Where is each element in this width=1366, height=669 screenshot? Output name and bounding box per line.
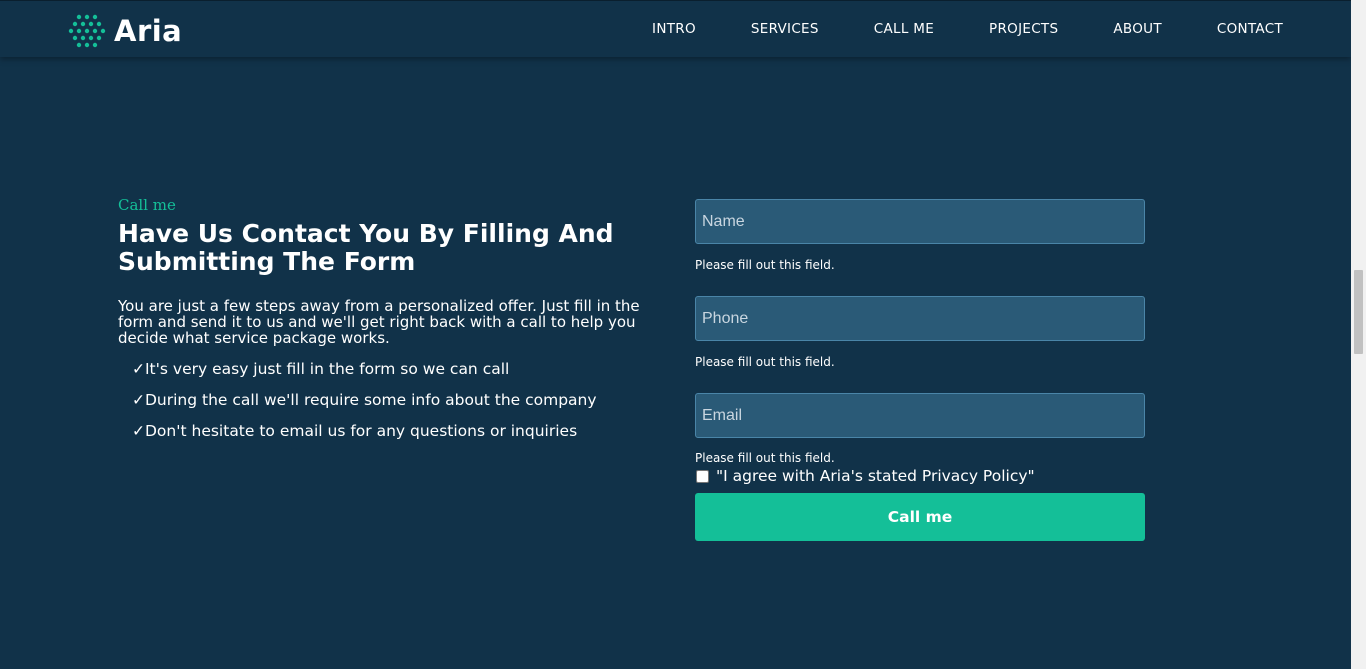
phone-field[interactable] [695,296,1145,341]
email-field[interactable] [695,393,1145,438]
call-me-submit-button[interactable]: Call me [695,493,1145,541]
section-headline: Have Us Contact You By Filling And Submi… [118,219,614,276]
main-nav: INTRO SERVICES CALL ME PROJECTS ABOUT CO… [597,21,1283,37]
page-scrollbar[interactable] [1351,0,1366,669]
privacy-agree-row: "I agree with Aria's stated Privacy Poli… [695,467,1145,485]
nav-link-contact[interactable]: CONTACT [1217,21,1283,37]
benefit-item: ✓It's very easy just fill in the form so… [132,360,510,378]
phone-field-error: Please fill out this field. [695,355,835,369]
name-field-error: Please fill out this field. [695,258,835,272]
brand-logo[interactable]: Aria [68,13,182,49]
email-field-error: Please fill out this field. [695,451,835,465]
privacy-agree-checkbox[interactable] [696,469,709,483]
nav-link-services[interactable]: SERVICES [751,21,819,37]
call-me-form: Please fill out this field. Please fill … [695,199,1145,541]
section-lead: You are just a few steps away from a per… [118,297,640,347]
benefit-item: ✓During the call we'll require some info… [132,391,597,409]
section-eyebrow: Call me [118,196,176,214]
nav-link-projects[interactable]: PROJECTS [989,21,1058,37]
call-me-intro: Call me Have Us Contact You By Filling A… [118,196,658,453]
benefit-list: ✓It's very easy just fill in the form so… [118,360,658,440]
nav-link-intro[interactable]: INTRO [652,21,696,37]
nav-link-about[interactable]: ABOUT [1113,21,1162,37]
scrollbar-thumb[interactable] [1354,270,1363,354]
brand-name: Aria [114,14,183,48]
benefit-item: ✓Don't hesitate to email us for any ques… [132,422,578,440]
name-field[interactable] [695,199,1145,244]
privacy-agree-label[interactable]: "I agree with Aria's stated Privacy Poli… [716,467,1035,485]
nav-link-call-me[interactable]: CALL ME [874,21,934,37]
dot-grid-logo-icon [68,14,106,48]
top-navbar: Aria INTRO SERVICES CALL ME PROJECTS ABO… [0,0,1351,57]
